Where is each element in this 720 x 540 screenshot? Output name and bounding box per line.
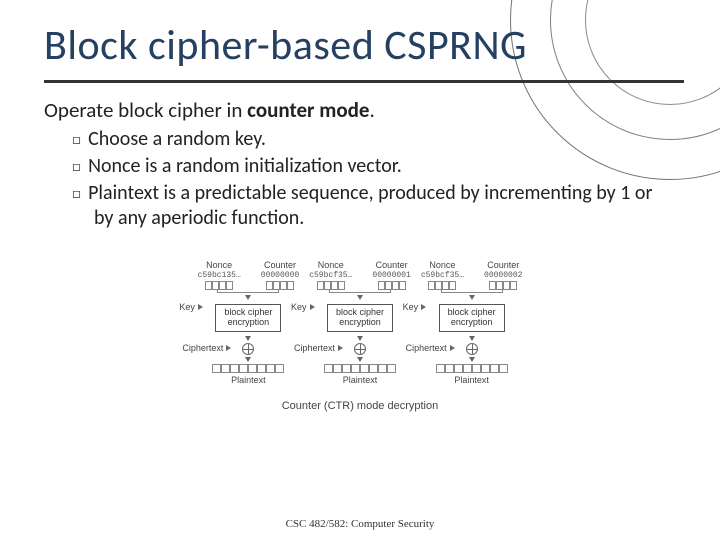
byte-strip: [212, 364, 284, 373]
arrow-right-icon: [198, 304, 203, 310]
arrow-down-icon: [357, 295, 363, 300]
lead-prefix: Operate block cipher in: [44, 97, 247, 123]
arrow-right-icon: [310, 304, 315, 310]
enc-line-2: encryption: [339, 317, 381, 327]
counter-label: Counter: [376, 260, 408, 270]
nonce-value: c59bc135…: [198, 271, 241, 280]
arrow-right-icon: [421, 304, 426, 310]
key-label: Key: [403, 302, 419, 312]
enc-line-1: block cipher: [224, 307, 272, 317]
arrow-right-icon: [450, 345, 455, 351]
counter-value: 00000002: [484, 271, 522, 280]
counter-value: 00000001: [372, 271, 410, 280]
byte-strip: [436, 364, 508, 373]
key-input: Key: [403, 302, 427, 312]
bullet-item: Choose a random key.: [72, 127, 676, 153]
ciphertext-label: Ciphertext: [294, 343, 335, 353]
arrow-down-icon: [469, 295, 475, 300]
plaintext-label: Plaintext: [231, 375, 266, 385]
ciphertext-input: Ciphertext: [182, 343, 231, 353]
plaintext-label: Plaintext: [454, 375, 489, 385]
arrow-down-icon: [357, 357, 363, 362]
encryption-box: block cipher encryption: [439, 304, 505, 332]
arrow-down-icon: [469, 336, 475, 341]
bullet-list: Choose a random key. Nonce is a random i…: [44, 127, 676, 231]
plaintext-label: Plaintext: [343, 375, 378, 385]
counter-label: Counter: [487, 260, 519, 270]
encryption-box: block cipher encryption: [215, 304, 281, 332]
arrow-right-icon: [226, 345, 231, 351]
xor-icon: [242, 343, 254, 355]
nonce-label: Nonce: [318, 260, 344, 270]
arrow-right-icon: [338, 345, 343, 351]
ctr-diagram: Nonce c59bc135… Counter 00000000 Key: [198, 260, 523, 386]
key-input: Key: [179, 302, 203, 312]
xor-icon: [354, 343, 366, 355]
lead-suffix: .: [369, 97, 374, 123]
key-label: Key: [291, 302, 307, 312]
slide: Block cipher-based CSPRNG Operate block …: [0, 0, 720, 412]
lead-text: Operate block cipher in counter mode.: [44, 97, 676, 123]
key-label: Key: [179, 302, 195, 312]
bullet-item: Plaintext is a predictable sequence, pro…: [72, 181, 676, 232]
ciphertext-input: Ciphertext: [294, 343, 343, 353]
diagram-caption: Counter (CTR) mode decryption: [44, 400, 676, 412]
nonce-label: Nonce: [206, 260, 232, 270]
arrow-down-icon: [469, 357, 475, 362]
counter-label: Counter: [264, 260, 296, 270]
byte-strip: [324, 364, 396, 373]
bullet-item: Nonce is a random initialization vector.: [72, 154, 676, 180]
ciphertext-input: Ciphertext: [406, 343, 455, 353]
key-input: Key: [291, 302, 315, 312]
counter-value: 00000000: [261, 271, 299, 280]
enc-line-2: encryption: [451, 317, 493, 327]
slide-footer: CSC 482/582: Computer Security: [0, 518, 720, 530]
nonce-label: Nonce: [429, 260, 455, 270]
arrow-down-icon: [245, 295, 251, 300]
nonce-value: c59bcf35…: [421, 271, 464, 280]
xor-icon: [466, 343, 478, 355]
arrow-down-icon: [245, 357, 251, 362]
enc-line-1: block cipher: [448, 307, 496, 317]
ciphertext-label: Ciphertext: [182, 343, 223, 353]
slide-title: Block cipher-based CSPRNG: [44, 24, 676, 80]
arrow-down-icon: [245, 336, 251, 341]
title-underline: [44, 80, 684, 83]
ciphertext-label: Ciphertext: [406, 343, 447, 353]
nonce-value: c59bcf35…: [309, 271, 352, 280]
diagram: Nonce c59bc135… Counter 00000000 Key: [44, 254, 676, 412]
ctr-block: Nonce c59bcf35… Counter 00000002 Key: [421, 260, 523, 386]
ctr-block: Nonce c59bc135… Counter 00000000 Key: [198, 260, 300, 386]
arrow-down-icon: [357, 336, 363, 341]
encryption-box: block cipher encryption: [327, 304, 393, 332]
lead-strong: counter mode: [247, 97, 369, 123]
enc-line-1: block cipher: [336, 307, 384, 317]
ctr-block: Nonce c59bcf35… Counter 00000001 Key: [309, 260, 411, 386]
enc-line-2: encryption: [228, 317, 270, 327]
